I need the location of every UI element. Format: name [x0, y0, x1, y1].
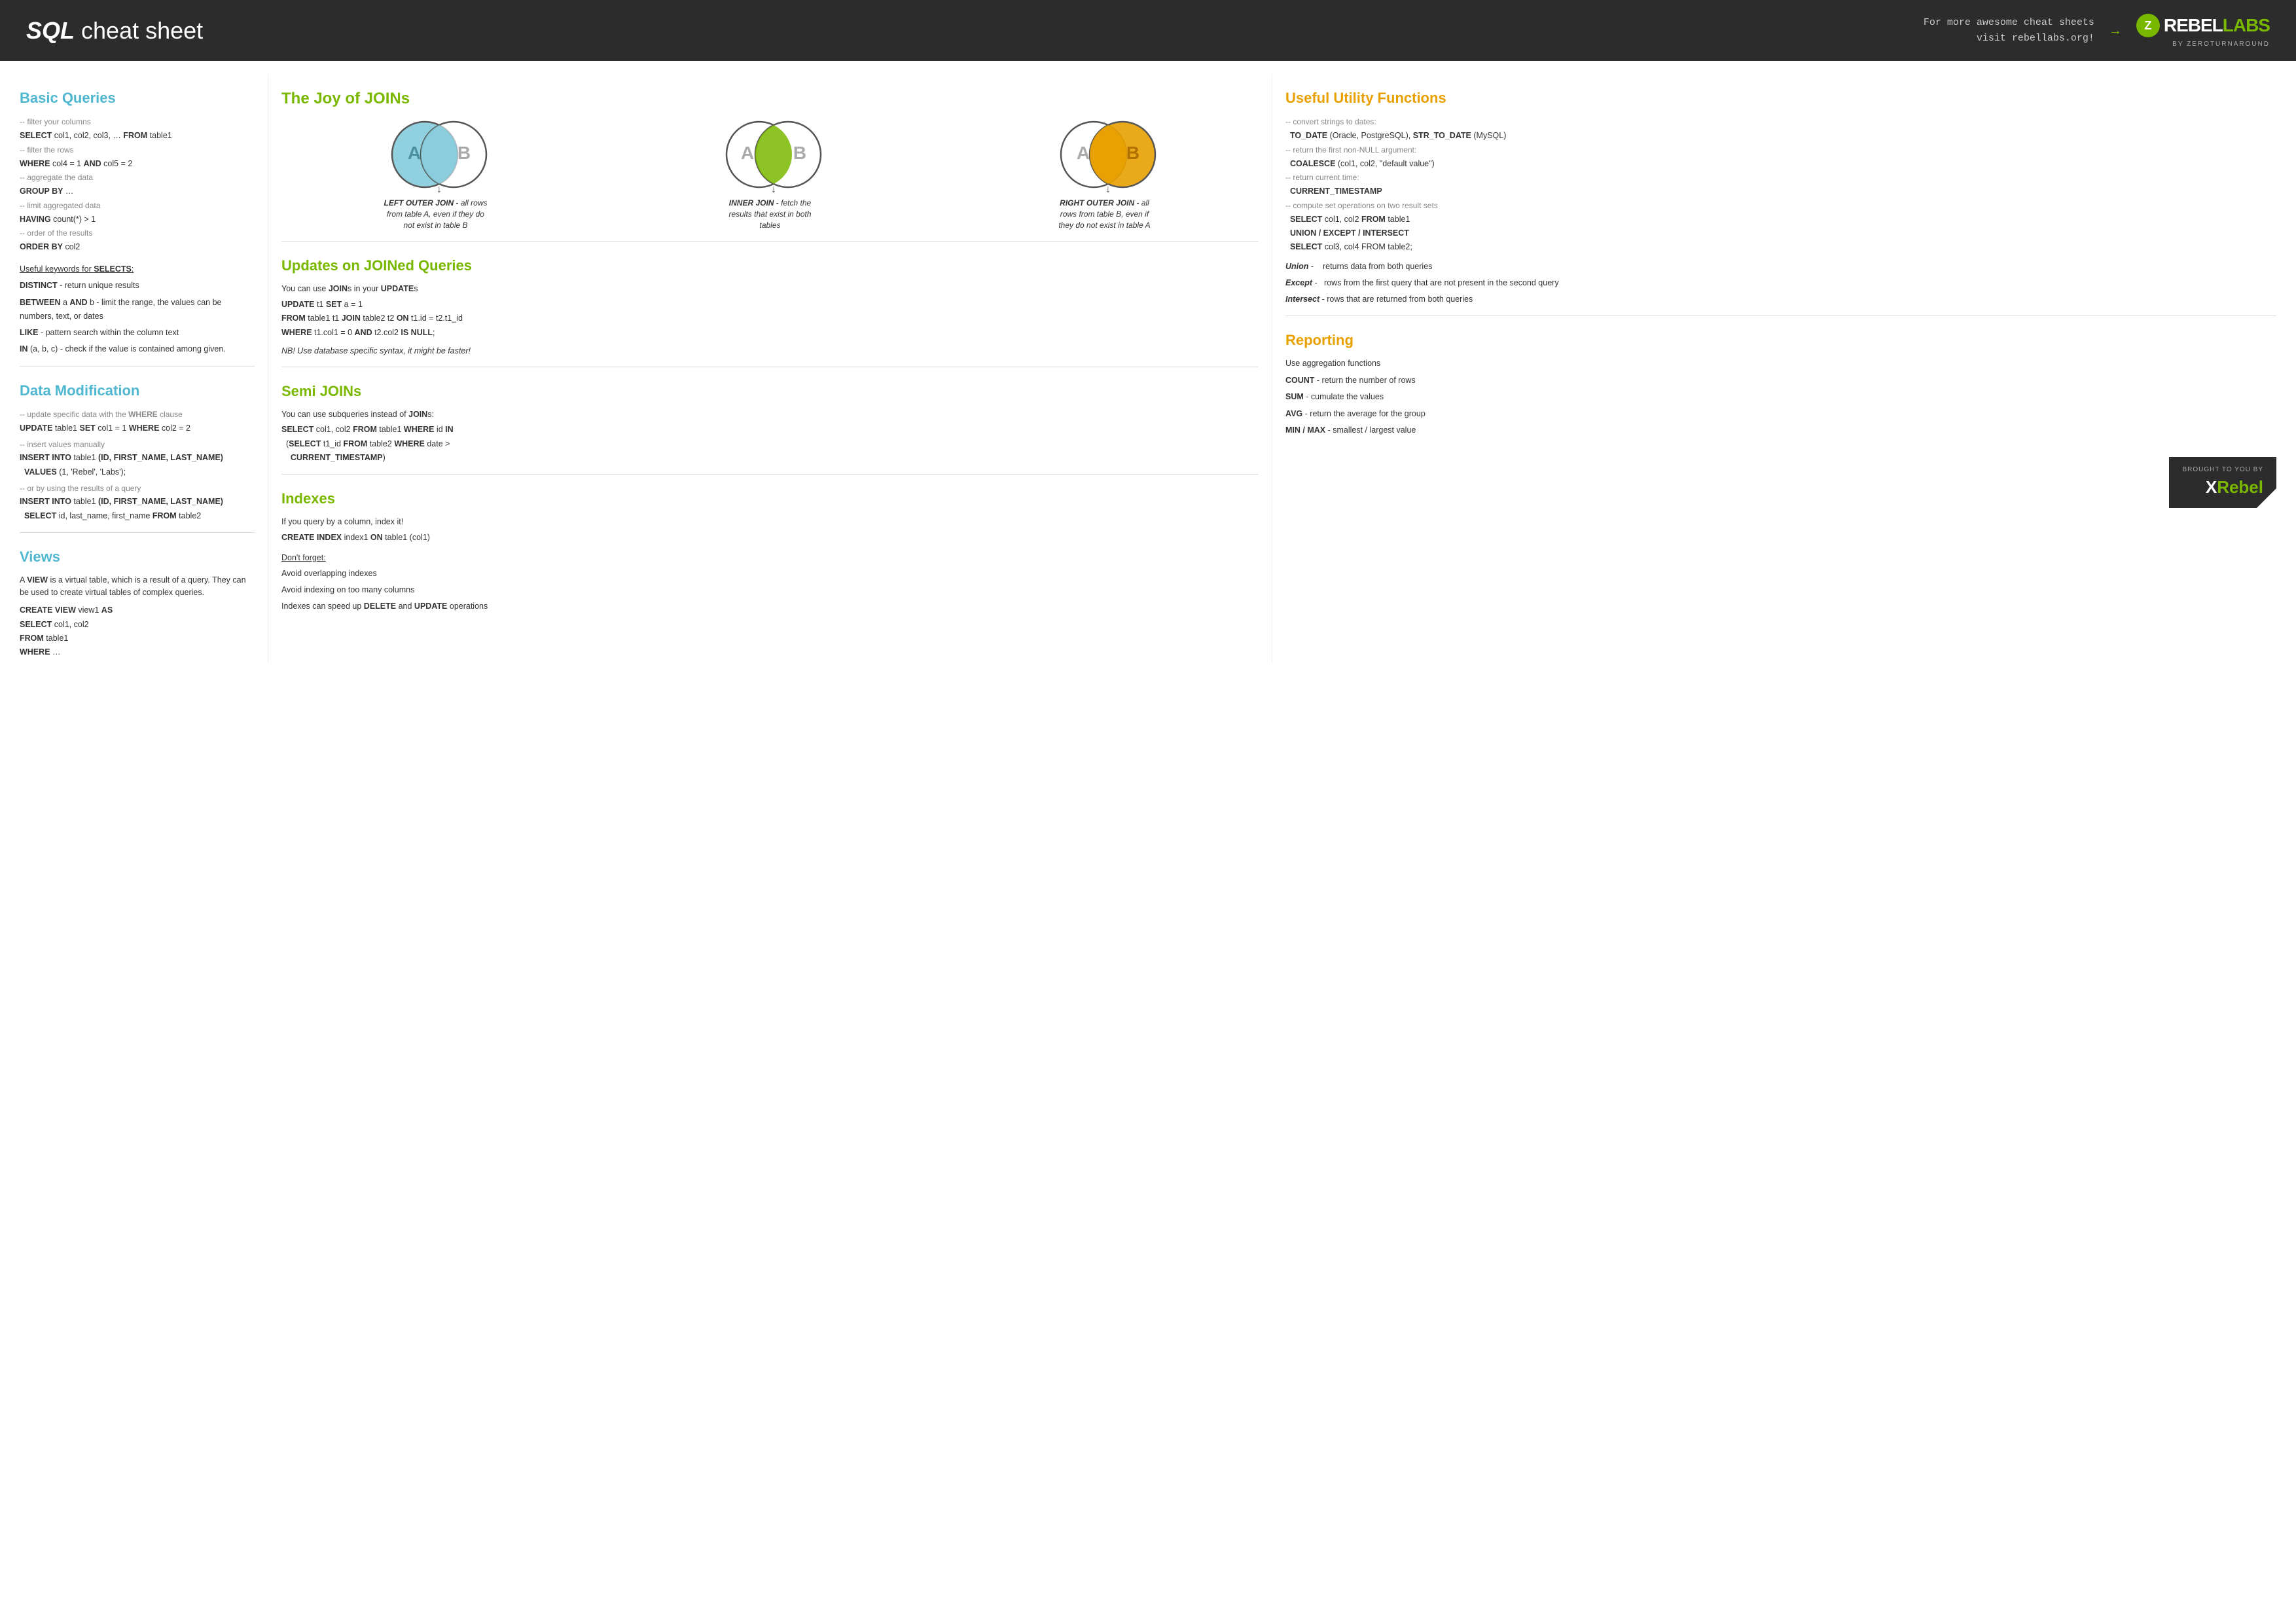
- header-title: SQL cheat sheet: [26, 13, 203, 48]
- updates-joined-code: UPDATE t1 SET a = 1 FROM table1 t1 JOIN …: [281, 298, 1259, 340]
- data-modification-section: Data Modification -- update specific dat…: [20, 380, 255, 523]
- data-modification-title: Data Modification: [20, 380, 255, 401]
- utility-functions-section: Useful Utility Functions -- convert stri…: [1285, 87, 2276, 306]
- left-outer-join-venn: A B ↓: [380, 117, 492, 192]
- basic-queries-code: -- filter your columns SELECT col1, col2…: [20, 115, 255, 255]
- utility-functions-title: Useful Utility Functions: [1285, 87, 2276, 109]
- right-outer-join-venn: A B ↓: [1049, 117, 1160, 192]
- indexes-desc: If you query by a column, index it!: [281, 516, 1259, 528]
- tagline-line1: For more awesome cheat sheets: [1924, 15, 2094, 31]
- views-code: CREATE VIEW view1 AS SELECT col1, col2 F…: [20, 604, 255, 659]
- updates-joined-note: NB! Use database specific syntax, it mig…: [281, 345, 1259, 357]
- basic-queries-section: Basic Queries -- filter your columns SEL…: [20, 87, 255, 357]
- semi-joins-desc: You can use subqueries instead of JOINs:: [281, 408, 1259, 421]
- svg-text:A: A: [407, 143, 420, 163]
- indexes-code: CREATE INDEX index1 ON table1 (col1): [281, 531, 1259, 545]
- right-outer-join-diagram: A B ↓ RIGHT OUTER JOIN - all rows from t…: [950, 117, 1259, 230]
- inner-join-label: INNER JOIN - fetch the results that exis…: [718, 198, 823, 230]
- svg-text:B: B: [457, 143, 470, 163]
- right-outer-join-label: RIGHT OUTER JOIN - all rows from table B…: [1052, 198, 1157, 230]
- semi-joins-section: Semi JOINs You can use subqueries instea…: [281, 380, 1259, 465]
- svg-text:↓: ↓: [437, 184, 442, 192]
- arrow-icon: →: [2109, 21, 2122, 41]
- reporting-desc: Use aggregation functions: [1285, 357, 2276, 370]
- main-content: Basic Queries -- filter your columns SEL…: [0, 61, 2296, 683]
- header-tagline: For more awesome cheat sheets visit rebe…: [1924, 15, 2094, 46]
- dont-forget-label: Don't forget:: [281, 553, 326, 562]
- page-curl-icon: [2257, 488, 2276, 508]
- semi-joins-title: Semi JOINs: [281, 380, 1259, 402]
- dont-forget-list: Avoid overlapping indexes Avoid indexing…: [281, 567, 1259, 614]
- updates-joined-section: Updates on JOINed Queries You can use JO…: [281, 255, 1259, 357]
- inner-join-venn: A B ↓: [715, 117, 826, 192]
- svg-text:B: B: [793, 143, 806, 163]
- inner-join-diagram: A B ↓ INNER JOIN - fetch the results tha…: [616, 117, 924, 230]
- title-rest: cheat sheet: [81, 17, 203, 44]
- rebel-logo: Z REBELLABS BY ZEROTURNAROUND: [2136, 12, 2270, 49]
- data-modification-code: -- update specific data with the WHERE c…: [20, 408, 255, 523]
- brought-by: BROUGHT TO YOU BY: [2182, 465, 2263, 475]
- footer-area: BROUGHT TO YOU BY XRebel: [1285, 457, 2276, 508]
- xrebel-x: X: [2206, 477, 2217, 497]
- updates-joined-desc: You can use JOINs in your UPDATEs: [281, 283, 1259, 295]
- updates-joined-title: Updates on JOINed Queries: [281, 255, 1259, 276]
- xrebel-badge: BROUGHT TO YOU BY XRebel: [2169, 457, 2276, 508]
- left-column: Basic Queries -- filter your columns SEL…: [20, 74, 268, 663]
- keywords-list: DISTINCT - return unique results BETWEEN…: [20, 279, 255, 356]
- rebel-logo-text: REBELLABS: [2164, 12, 2270, 39]
- header-right: For more awesome cheat sheets visit rebe…: [1924, 12, 2270, 49]
- rebel-z-icon: Z: [2136, 14, 2160, 37]
- basic-queries-title: Basic Queries: [20, 87, 255, 109]
- joins-title: The Joy of JOINs: [281, 87, 1259, 111]
- svg-text:A: A: [740, 143, 753, 163]
- middle-column: The Joy of JOINs A: [268, 74, 1272, 663]
- svg-text:B: B: [1126, 143, 1139, 163]
- right-column: Useful Utility Functions -- convert stri…: [1272, 74, 2276, 663]
- tagline-line2: visit rebellabs.org!: [1924, 31, 2094, 46]
- set-ops-list: Union - returns data from both queries E…: [1285, 260, 2276, 307]
- views-section: Views A VIEW is a virtual table, which i…: [20, 546, 255, 660]
- left-outer-join-label: LEFT OUTER JOIN - all rows from table A,…: [384, 198, 488, 230]
- header: SQL cheat sheet For more awesome cheat s…: [0, 0, 2296, 61]
- title-bold: SQL: [26, 17, 75, 44]
- views-title: Views: [20, 546, 255, 568]
- reporting-title: Reporting: [1285, 329, 2276, 351]
- svg-text:↓: ↓: [1105, 184, 1111, 192]
- indexes-section: Indexes If you query by a column, index …: [281, 488, 1259, 614]
- rebel-subtext: BY ZEROTURNAROUND: [2172, 39, 2270, 49]
- reporting-list: COUNT - return the number of rows SUM - …: [1285, 374, 2276, 437]
- indexes-title: Indexes: [281, 488, 1259, 509]
- reporting-section: Reporting Use aggregation functions COUN…: [1285, 329, 2276, 508]
- joins-diagrams: A B ↓ LEFT OUTER JOIN - all rows from ta…: [281, 117, 1259, 230]
- semi-joins-code: SELECT col1, col2 FROM table1 WHERE id I…: [281, 423, 1259, 465]
- left-outer-join-diagram: A B ↓ LEFT OUTER JOIN - all rows from ta…: [281, 117, 590, 230]
- views-desc: A VIEW is a virtual table, which is a re…: [20, 574, 255, 599]
- keywords-label: Useful keywords for SELECTS:: [20, 264, 134, 274]
- svg-text:↓: ↓: [771, 184, 776, 192]
- joins-section: The Joy of JOINs A: [281, 87, 1259, 242]
- svg-text:A: A: [1076, 143, 1089, 163]
- xrebel-logo: XRebel: [2182, 475, 2263, 500]
- utility-functions-code: -- convert strings to dates: TO_DATE (Or…: [1285, 115, 2276, 255]
